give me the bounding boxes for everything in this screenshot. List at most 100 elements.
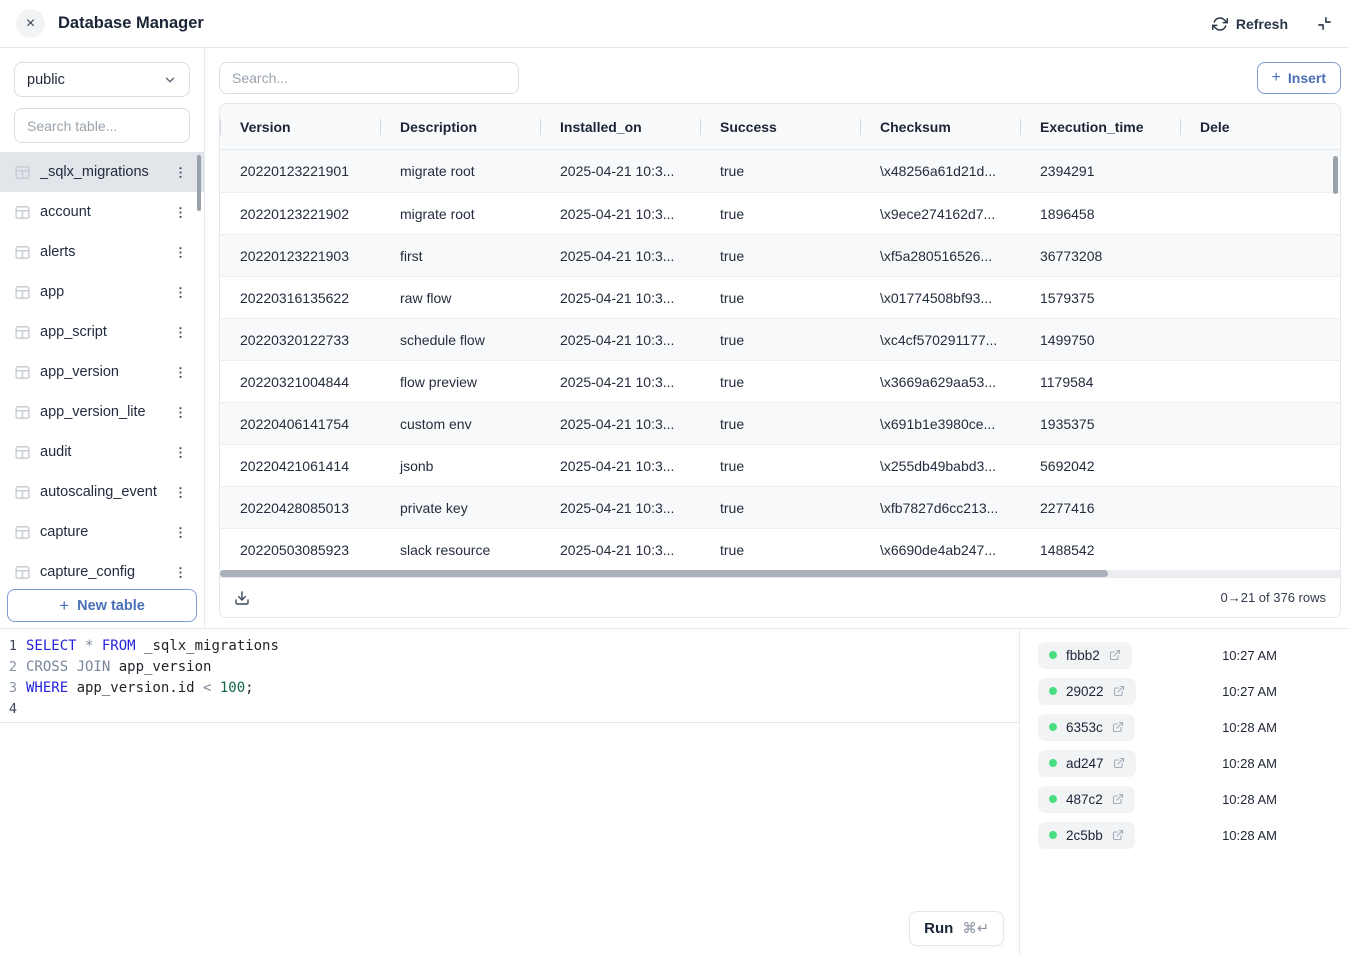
horizontal-scrollbar[interactable] [220,570,1340,577]
column-header[interactable]: Installed_on [540,119,700,135]
kebab-icon [173,445,188,460]
table-menu-button[interactable] [171,563,190,582]
sidebar-table-item[interactable]: app_version_lite [0,392,204,432]
cell-execution-time: 1499750 [1020,332,1180,348]
table-menu-button[interactable] [171,443,190,462]
column-header[interactable]: Description [380,119,540,135]
new-table-button[interactable]: + New table [7,589,197,622]
table-row[interactable]: 20220421061414 jsonb 2025-04-21 10:3... … [220,444,1340,486]
cell-version: 20220123221902 [220,206,380,222]
history-query-pill[interactable]: 2c5bb [1038,822,1135,849]
sql-editor[interactable]: 1SELECT * FROM _sqlx_migrations 2CROSS J… [0,629,1020,954]
history-query-pill[interactable]: ad247 [1038,750,1136,777]
column-header[interactable]: Execution_time [1020,119,1180,135]
table-row[interactable]: 20220316135622 raw flow 2025-04-21 10:3.… [220,276,1340,318]
cell-installed-on: 2025-04-21 10:3... [540,416,700,432]
table-menu-button[interactable] [171,283,190,302]
refresh-label: Refresh [1236,16,1288,32]
run-shortcut: ⌘↵ [962,921,989,937]
table-menu-button[interactable] [171,163,190,182]
table-name: app_version [40,364,171,380]
sidebar-table-item[interactable]: _sqlx_migrations [0,152,204,192]
column-header[interactable]: Dele [1180,119,1340,135]
sidebar-table-item[interactable]: capture_config [0,552,204,581]
plus-icon: + [59,596,69,616]
column-header[interactable]: Checksum [860,119,1020,135]
history-query-pill[interactable]: 487c2 [1038,786,1135,813]
cell-success: true [700,416,860,432]
history-item: ad247 10:28 AM [1020,745,1349,781]
table-icon [14,204,31,221]
sidebar-table-item[interactable]: autoscaling_event [0,472,204,512]
table-menu-button[interactable] [171,483,190,502]
insert-button[interactable]: + Insert [1257,62,1341,94]
table-search-input[interactable] [14,108,190,143]
table-menu-button[interactable] [171,523,190,542]
cell-execution-time: 5692042 [1020,458,1180,474]
table-footer: 0→21 of 376 rows [220,577,1340,617]
cell-description: jsonb [380,458,540,474]
vertical-scrollbar[interactable] [1333,156,1338,194]
table-list: _sqlx_migrations account [0,152,204,581]
cell-success: true [700,163,860,179]
table-row[interactable]: 20220406141754 custom env 2025-04-21 10:… [220,402,1340,444]
table-menu-button[interactable] [171,323,190,342]
collapse-window-button[interactable] [1316,15,1333,32]
table-row[interactable]: 20220123221903 first 2025-04-21 10:3... … [220,234,1340,276]
code-line-4: 4 [0,699,1019,720]
table-menu-button[interactable] [171,403,190,422]
horizontal-scrollbar-thumb[interactable] [220,570,1108,577]
kebab-icon [173,165,188,180]
sql-keyword: WHERE [26,678,77,699]
sidebar-table-item[interactable]: app [0,272,204,312]
table-menu-button[interactable] [171,243,190,262]
cell-checksum: \x01774508bf93... [860,290,1020,306]
cell-description: migrate root [380,206,540,222]
sidebar-table-item[interactable]: alerts [0,232,204,272]
sidebar-scrollbar[interactable] [197,155,201,211]
history-query-pill[interactable]: 29022 [1038,678,1136,705]
line-number: 1 [0,636,26,657]
cell-description: schedule flow [380,332,540,348]
sidebar-table-item[interactable]: app_version [0,352,204,392]
kebab-icon [173,525,188,540]
schema-select[interactable]: public [14,62,190,97]
table-menu-button[interactable] [171,203,190,222]
query-time: 10:28 AM [1222,720,1277,735]
table-row[interactable]: 20220428085013 private key 2025-04-21 10… [220,486,1340,528]
rows-count-info: 0→21 of 376 rows [1220,590,1326,605]
column-header[interactable]: Version [220,119,380,135]
run-query-button[interactable]: Run ⌘↵ [909,911,1004,946]
history-query-pill[interactable]: 6353c [1038,714,1135,741]
sidebar-table-item[interactable]: account [0,192,204,232]
sidebar-table-item[interactable]: app_script [0,312,204,352]
table-name: app [40,284,171,300]
plus-icon: + [1272,69,1281,87]
code-area[interactable]: 1SELECT * FROM _sqlx_migrations 2CROSS J… [0,636,1019,723]
cell-checksum: \x3669a629aa53... [860,374,1020,390]
download-button[interactable] [234,590,250,606]
close-button[interactable]: × [16,9,45,38]
query-id: ad247 [1066,756,1104,771]
table-name: alerts [40,244,171,260]
cell-checksum: \x6690de4ab247... [860,542,1020,558]
table-row[interactable]: 20220503085923 slack resource 2025-04-21… [220,528,1340,570]
table-row[interactable]: 20220320122733 schedule flow 2025-04-21 … [220,318,1340,360]
table-row[interactable]: 20220321004844 flow preview 2025-04-21 1… [220,360,1340,402]
table-row[interactable]: 20220123221901 migrate root 2025-04-21 1… [220,150,1340,192]
line-number: 2 [0,657,26,678]
sidebar-table-item[interactable]: capture [0,512,204,552]
column-header[interactable]: Success [700,119,860,135]
sidebar-table-item[interactable]: audit [0,432,204,472]
refresh-button[interactable]: Refresh [1212,16,1288,32]
rows-search-input[interactable] [219,62,519,94]
history-query-pill[interactable]: fbbb2 [1038,642,1132,669]
cell-description: migrate root [380,163,540,179]
cell-version: 20220320122733 [220,332,380,348]
cell-checksum: \x255db49babd3... [860,458,1020,474]
table-menu-button[interactable] [171,363,190,382]
table-row[interactable]: 20220123221902 migrate root 2025-04-21 1… [220,192,1340,234]
cell-description: custom env [380,416,540,432]
table-name: app_version_lite [40,404,171,420]
cell-installed-on: 2025-04-21 10:3... [540,458,700,474]
